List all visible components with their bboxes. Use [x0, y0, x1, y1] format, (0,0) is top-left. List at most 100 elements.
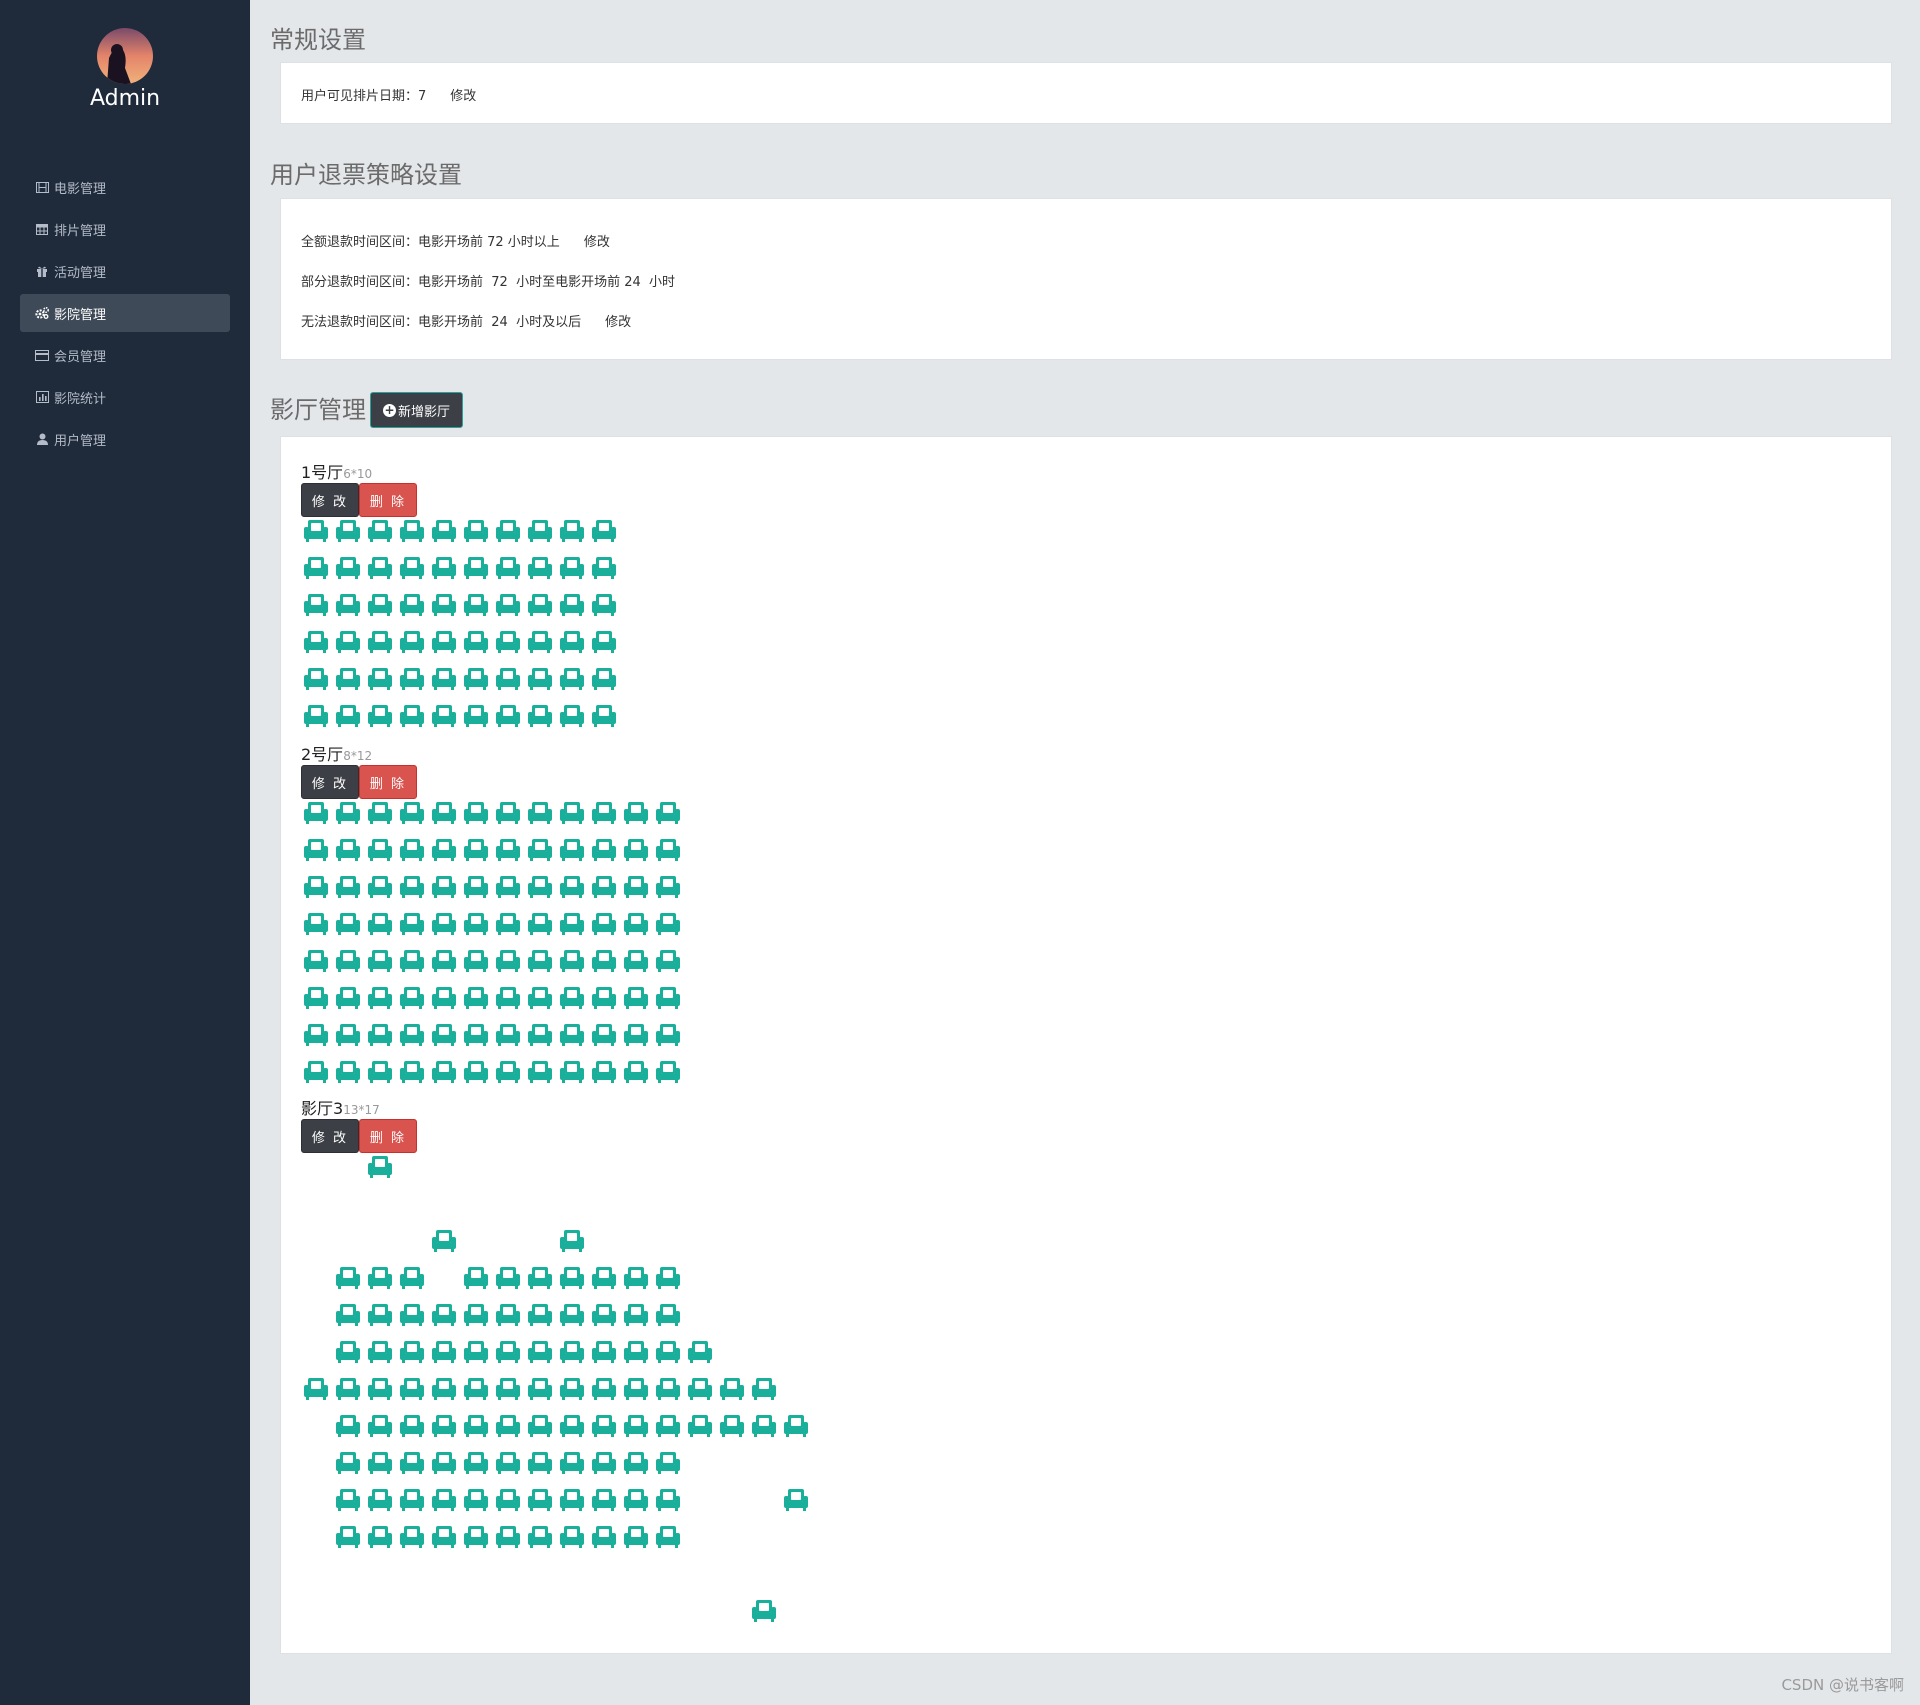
seat-icon[interactable] [527, 875, 553, 901]
seat-icon[interactable] [495, 838, 521, 864]
seat-icon[interactable] [591, 667, 617, 693]
seat-icon[interactable] [399, 593, 425, 619]
seat-icon[interactable] [399, 986, 425, 1012]
add-hall-button[interactable]: + 新增影厅 [370, 392, 464, 428]
seat-icon[interactable] [303, 519, 329, 545]
seat-icon[interactable] [687, 1377, 713, 1403]
seat-icon[interactable] [655, 1023, 681, 1049]
seat-icon[interactable] [367, 986, 393, 1012]
sidebar-item-schedule[interactable]: 排片管理 [20, 210, 230, 248]
seat-icon[interactable] [399, 519, 425, 545]
seat-icon[interactable] [367, 838, 393, 864]
seat-icon[interactable] [303, 1023, 329, 1049]
seat-icon[interactable] [495, 1266, 521, 1292]
seat-icon[interactable] [591, 1525, 617, 1551]
seat-icon[interactable] [335, 1451, 361, 1477]
seat-icon[interactable] [623, 1340, 649, 1366]
seat-icon[interactable] [463, 704, 489, 730]
seat-icon[interactable] [559, 1488, 585, 1514]
seat-icon[interactable] [783, 1488, 809, 1514]
seat-icon[interactable] [623, 986, 649, 1012]
seat-icon[interactable] [527, 1266, 553, 1292]
seat-icon[interactable] [399, 1023, 425, 1049]
seat-icon[interactable] [559, 1060, 585, 1086]
seat-icon[interactable] [559, 667, 585, 693]
seat-icon[interactable] [655, 1266, 681, 1292]
seat-icon[interactable] [463, 1340, 489, 1366]
seat-icon[interactable] [623, 838, 649, 864]
seat-icon[interactable] [399, 875, 425, 901]
delete-hall-button[interactable]: 删 除 [359, 1119, 417, 1153]
seat-icon[interactable] [335, 1023, 361, 1049]
seat-icon[interactable] [527, 912, 553, 938]
seat-icon[interactable] [431, 1414, 457, 1440]
seat-icon[interactable] [559, 704, 585, 730]
seat-icon[interactable] [655, 1060, 681, 1086]
seat-icon[interactable] [495, 630, 521, 656]
seat-icon[interactable] [655, 912, 681, 938]
seat-icon[interactable] [399, 949, 425, 975]
seat-icon[interactable] [655, 838, 681, 864]
seat-icon[interactable] [495, 1451, 521, 1477]
seat-icon[interactable] [399, 1525, 425, 1551]
seat-icon[interactable] [623, 1377, 649, 1403]
seat-icon[interactable] [431, 630, 457, 656]
seat-icon[interactable] [559, 1451, 585, 1477]
seat-icon[interactable] [655, 1377, 681, 1403]
seat-icon[interactable] [623, 801, 649, 827]
seat-icon[interactable] [591, 1060, 617, 1086]
seat-icon[interactable] [591, 949, 617, 975]
seat-icon[interactable] [463, 1266, 489, 1292]
seat-icon[interactable] [303, 667, 329, 693]
seat-icon[interactable] [495, 912, 521, 938]
seat-icon[interactable] [463, 1303, 489, 1329]
seat-icon[interactable] [655, 1414, 681, 1440]
seat-icon[interactable] [623, 1525, 649, 1551]
seat-icon[interactable] [335, 949, 361, 975]
seat-icon[interactable] [367, 1451, 393, 1477]
seat-icon[interactable] [463, 556, 489, 582]
seat-icon[interactable] [495, 986, 521, 1012]
seat-icon[interactable] [751, 1377, 777, 1403]
seat-icon[interactable] [303, 1060, 329, 1086]
edit-hall-button[interactable]: 修 改 [301, 483, 359, 517]
seat-icon[interactable] [367, 1377, 393, 1403]
seat-icon[interactable] [495, 875, 521, 901]
seat-icon[interactable] [495, 704, 521, 730]
seat-icon[interactable] [335, 1377, 361, 1403]
seat-icon[interactable] [431, 1525, 457, 1551]
seat-icon[interactable] [399, 630, 425, 656]
seat-icon[interactable] [463, 1451, 489, 1477]
seat-icon[interactable] [559, 986, 585, 1012]
seat-icon[interactable] [559, 630, 585, 656]
seat-icon[interactable] [783, 1414, 809, 1440]
seat-icon[interactable] [335, 667, 361, 693]
seat-icon[interactable] [463, 838, 489, 864]
seat-icon[interactable] [431, 704, 457, 730]
seat-icon[interactable] [463, 667, 489, 693]
seat-icon[interactable] [591, 519, 617, 545]
seat-icon[interactable] [591, 1023, 617, 1049]
seat-icon[interactable] [591, 1414, 617, 1440]
seat-icon[interactable] [559, 1525, 585, 1551]
seat-icon[interactable] [527, 1060, 553, 1086]
seat-icon[interactable] [751, 1414, 777, 1440]
seat-icon[interactable] [559, 949, 585, 975]
seat-icon[interactable] [431, 986, 457, 1012]
seat-icon[interactable] [623, 949, 649, 975]
seat-icon[interactable] [431, 1488, 457, 1514]
seat-icon[interactable] [335, 801, 361, 827]
seat-icon[interactable] [527, 1451, 553, 1477]
seat-icon[interactable] [335, 519, 361, 545]
seat-icon[interactable] [591, 593, 617, 619]
seat-icon[interactable] [591, 1488, 617, 1514]
seat-icon[interactable] [463, 986, 489, 1012]
seat-icon[interactable] [431, 801, 457, 827]
seat-icon[interactable] [623, 1303, 649, 1329]
seat-icon[interactable] [431, 875, 457, 901]
seat-icon[interactable] [495, 1525, 521, 1551]
delete-hall-button[interactable]: 删 除 [359, 483, 417, 517]
seat-icon[interactable] [623, 1266, 649, 1292]
seat-icon[interactable] [399, 1266, 425, 1292]
seat-icon[interactable] [303, 949, 329, 975]
